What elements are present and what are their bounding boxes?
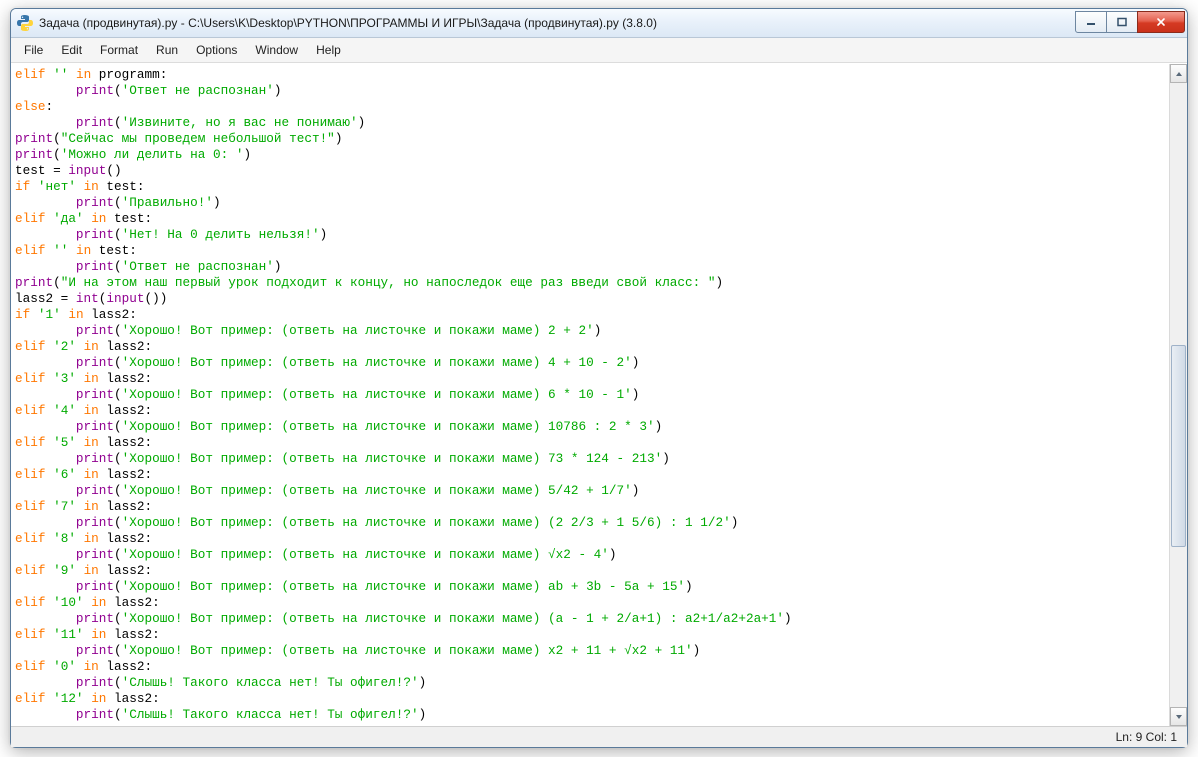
python-icon xyxy=(17,15,33,31)
statusbar: Ln: 9 Col: 1 xyxy=(11,726,1187,747)
window-controls xyxy=(1076,11,1185,31)
menu-format[interactable]: Format xyxy=(91,41,147,59)
scroll-track[interactable] xyxy=(1170,83,1187,707)
scroll-thumb[interactable] xyxy=(1171,345,1186,547)
menu-run[interactable]: Run xyxy=(147,41,187,59)
menu-options[interactable]: Options xyxy=(187,41,246,59)
maximize-button[interactable] xyxy=(1106,11,1138,33)
titlebar[interactable]: Задача (продвинутая).py - C:\Users\K\Des… xyxy=(11,9,1187,38)
menu-help[interactable]: Help xyxy=(307,41,350,59)
editor-area: elif '' in programm: print('Ответ не рас… xyxy=(11,63,1187,726)
menu-window[interactable]: Window xyxy=(246,41,307,59)
vertical-scrollbar[interactable] xyxy=(1169,64,1187,726)
window-title: Задача (продвинутая).py - C:\Users\K\Des… xyxy=(39,16,1076,30)
scroll-up-button[interactable] xyxy=(1170,64,1187,83)
menubar: File Edit Format Run Options Window Help xyxy=(11,38,1187,63)
idle-window: Задача (продвинутая).py - C:\Users\K\Des… xyxy=(10,8,1188,748)
code-editor[interactable]: elif '' in programm: print('Ответ не рас… xyxy=(11,64,1169,726)
minimize-button[interactable] xyxy=(1075,11,1107,33)
menu-file[interactable]: File xyxy=(15,41,52,59)
scroll-down-button[interactable] xyxy=(1170,707,1187,726)
cursor-position: Ln: 9 Col: 1 xyxy=(1116,730,1177,744)
menu-edit[interactable]: Edit xyxy=(52,41,91,59)
close-button[interactable] xyxy=(1137,11,1185,33)
